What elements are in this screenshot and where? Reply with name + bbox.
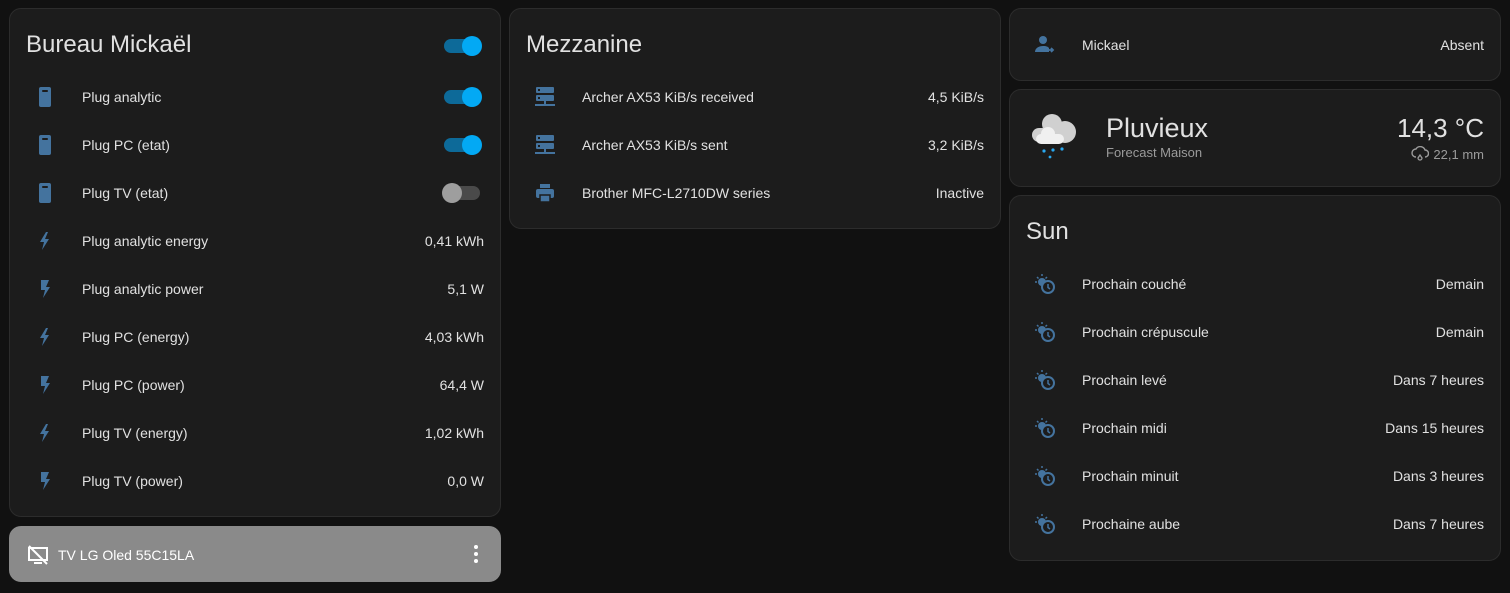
mezzanine-card: Mezzanine Archer AX53 KiB/s received 4,5 … [509, 8, 1001, 229]
entity-value: 4,5 KiB/s [927, 89, 984, 105]
entity-row[interactable]: Archer AX53 KiB/s sent 3,2 KiB/s [510, 125, 1000, 165]
entity-value: 64,4 W [439, 377, 484, 393]
person-card[interactable]: Mickael Absent [1009, 8, 1501, 81]
more-options-icon[interactable] [474, 545, 478, 563]
card-title: Sun [1026, 218, 1069, 245]
card-title: Mezzanine [526, 31, 643, 58]
temperature: 14,3 °C [1396, 113, 1484, 143]
tv-label: TV LG Oled 55C15LA [58, 547, 195, 563]
entity-value: 0,41 kWh [424, 233, 484, 249]
entity-row[interactable]: Plug analytic energy 0,41 kWh [10, 221, 500, 261]
lightning-icon [33, 421, 57, 445]
entity-value: 3,2 KiB/s [927, 137, 984, 153]
entity-row[interactable]: Plug TV (energy) 1,02 kWh [10, 413, 500, 453]
sun-card: Sun Prochain couché Demain Prochain crépus… [1009, 195, 1501, 561]
server-network-icon [533, 85, 557, 109]
entity-value: 0,0 W [447, 473, 484, 489]
entity-toggle[interactable] [444, 135, 482, 155]
entity-row[interactable]: Plug analytic [10, 77, 500, 117]
sun-clock-icon [1033, 272, 1057, 296]
entity-row[interactable]: Plug TV (power) 0,0 W [10, 461, 500, 501]
power-socket-icon [33, 133, 57, 157]
entity-row[interactable]: Prochain minuit Dans 3 heures [1010, 456, 1500, 496]
entity-row[interactable]: Prochaine aube Dans 7 heures [1010, 504, 1500, 544]
television-off-icon [26, 543, 50, 567]
entity-label: Plug analytic energy [82, 233, 209, 249]
person-state: Absent [1440, 37, 1484, 53]
entity-label: Prochain midi [1082, 420, 1167, 436]
weather-entity-name: Forecast Maison [1106, 145, 1203, 160]
precipitation-value: 22,1 mm [1433, 146, 1484, 162]
weather-card[interactable]: Pluvieux Forecast Maison 14,3 °C 22,1 mm [1009, 89, 1501, 187]
entity-label: Prochain levé [1082, 372, 1167, 388]
entity-label: Plug analytic [82, 89, 162, 105]
entity-label: Prochain minuit [1082, 468, 1179, 484]
power-socket-icon [33, 85, 57, 109]
entity-value: Demain [1435, 324, 1484, 340]
flash-icon [33, 373, 57, 397]
entity-label: Archer AX53 KiB/s received [582, 89, 754, 105]
entity-value: Dans 7 heures [1392, 372, 1484, 388]
entity-label: Prochain couché [1082, 276, 1187, 292]
entity-row[interactable]: Archer AX53 KiB/s received 4,5 KiB/s [510, 77, 1000, 117]
entity-toggle[interactable] [442, 183, 480, 203]
printer-icon [533, 181, 557, 205]
entity-label: Plug TV (power) [82, 473, 183, 489]
tv-card[interactable]: TV LG Oled 55C15LA [9, 526, 501, 582]
flash-icon [33, 469, 57, 493]
entity-label: Plug PC (etat) [82, 137, 170, 153]
lightning-icon [33, 325, 57, 349]
entity-label: Archer AX53 KiB/s sent [582, 137, 728, 153]
flash-icon [33, 277, 57, 301]
entity-label: Plug PC (power) [82, 377, 185, 393]
entity-label: Brother MFC-L2710DW series [582, 185, 771, 201]
entity-row[interactable]: Plug PC (energy) 4,03 kWh [10, 317, 500, 357]
entity-value: Dans 3 heures [1392, 468, 1484, 484]
entity-row[interactable]: Prochain crépuscule Demain [1010, 312, 1500, 352]
rainy-weather-icon [1030, 110, 1086, 166]
entity-row[interactable]: Prochain midi Dans 15 heures [1010, 408, 1500, 448]
entity-toggle[interactable] [444, 87, 482, 107]
entity-row[interactable]: Prochain levé Dans 7 heures [1010, 360, 1500, 400]
entity-value: Dans 15 heures [1385, 420, 1484, 436]
bureau-card: Bureau Mickaël Plug analytic Plug PC (eta… [9, 8, 501, 517]
entity-row[interactable]: Plug PC (etat) [10, 125, 500, 165]
entity-row[interactable]: Prochain couché Demain [1010, 264, 1500, 304]
cloud-rain-icon [1411, 146, 1430, 162]
entity-value: 5,1 W [447, 281, 484, 297]
entity-label: Prochaine aube [1082, 516, 1181, 532]
server-network-icon [533, 133, 557, 157]
sun-clock-icon [1033, 368, 1057, 392]
power-socket-icon [33, 181, 57, 205]
entity-label: Prochain crépuscule [1082, 324, 1209, 340]
entity-label: Plug analytic power [82, 281, 204, 297]
sun-clock-icon [1033, 320, 1057, 344]
lightning-icon [33, 229, 57, 253]
entity-value: Inactive [935, 185, 984, 201]
entity-value: Demain [1435, 276, 1484, 292]
card-title: Bureau Mickaël [26, 31, 192, 58]
entity-value: Dans 7 heures [1392, 516, 1484, 532]
entity-row[interactable]: Brother MFC-L2710DW series Inactive [510, 173, 1000, 213]
sun-clock-icon [1033, 464, 1057, 488]
sun-clock-icon [1033, 512, 1057, 536]
entity-label: Plug TV (energy) [82, 425, 188, 441]
entity-row[interactable]: Plug analytic power 5,1 W [10, 269, 500, 309]
entity-value: 1,02 kWh [424, 425, 484, 441]
entity-row[interactable]: Plug TV (etat) [10, 173, 500, 213]
person-name: Mickael [1082, 37, 1130, 53]
entity-label: Plug TV (etat) [82, 185, 169, 201]
entity-value: 4,03 kWh [424, 329, 484, 345]
entity-row[interactable]: Plug PC (power) 64,4 W [10, 365, 500, 405]
entity-label: Plug PC (energy) [82, 329, 190, 345]
weather-condition: Pluvieux [1106, 113, 1209, 143]
sun-clock-icon [1033, 416, 1057, 440]
account-arrow-right-icon [1033, 33, 1057, 57]
master-toggle[interactable] [444, 36, 482, 56]
precipitation: 22,1 mm [1411, 146, 1484, 162]
